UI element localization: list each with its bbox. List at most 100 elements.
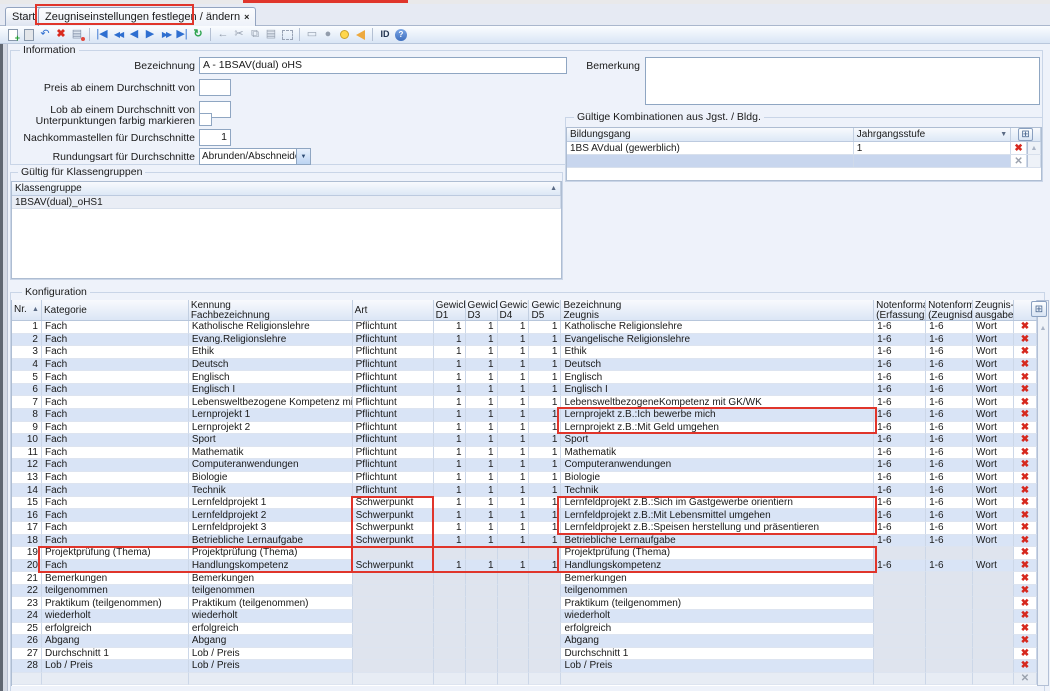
cell-aus[interactable] [973,610,1014,623]
cell-bez[interactable]: Englisch [561,371,874,384]
cell-d5[interactable]: 1 [529,472,561,485]
cell-nf1[interactable] [874,648,926,661]
cell-kat[interactable]: Praktikum (teilgenommen) [42,597,189,610]
cell-kat[interactable]: Projektprüfung (Thema) [42,547,189,560]
cell-ken[interactable]: Englisch [189,371,353,384]
cell-d5[interactable]: 1 [529,509,561,522]
cell-d3[interactable] [466,660,498,673]
cell-d5[interactable] [529,635,561,648]
cell-kat[interactable]: Fach [42,522,189,535]
delete-row-button[interactable]: ✖ [1014,635,1037,648]
delete-row-icon[interactable]: ✖ [1021,398,1029,407]
cell-d3[interactable] [466,673,498,686]
delete-row-icon[interactable]: ✖ [1021,498,1029,507]
cell-kat[interactable]: Fach [42,509,189,522]
table-row[interactable]: 22teilgenommenteilgenommenteilgenommen✖ [12,585,1037,598]
cell-bez[interactable]: Evangelische Religionslehre [561,334,874,347]
delete-row-icon[interactable]: ✖ [1021,561,1029,570]
preis-input[interactable] [199,79,231,96]
delete-row-button[interactable]: ✖ [1011,142,1027,154]
cell-nf2[interactable] [926,635,973,648]
cell-nf2[interactable] [926,660,973,673]
cell-d3[interactable]: 1 [466,560,498,573]
cell-nr[interactable]: 28 [12,660,42,673]
cell-nf1[interactable]: 1-6 [874,560,926,573]
cell-nr[interactable]: 21 [12,572,42,585]
add-column-icon[interactable]: ⊞ [1018,128,1033,141]
cell-aus[interactable] [973,547,1014,560]
cell-d3[interactable]: 1 [466,409,498,422]
table-row[interactable]: 16FachLernfeldprojekt 2Schwerpunkt1111Le… [12,509,1037,522]
column-header-d3[interactable]: GewichtD3 [466,300,498,320]
cell-art[interactable]: Pflichtunt [353,384,434,397]
cell-d5[interactable]: 1 [529,359,561,372]
cell-nf1[interactable]: 1-6 [874,409,926,422]
column-header-art[interactable]: Art [353,300,434,320]
table-row[interactable]: 8FachLernprojekt 1Pflichtunt1111Lernproj… [12,409,1037,422]
cell-d4[interactable] [498,635,530,648]
table-row[interactable]: 9FachLernprojekt 2Pflichtunt1111Lernproj… [12,422,1037,435]
chevron-down-icon[interactable]: ▼ [296,149,310,164]
cell-nf2[interactable]: 1-6 [926,434,973,447]
delete-row-icon[interactable]: ✖ [1021,511,1029,520]
cell-bez[interactable]: Praktikum (teilgenommen) [561,597,874,610]
cell-ken[interactable]: teilgenommen [189,585,353,598]
cell-nf2[interactable]: 1-6 [926,484,973,497]
cell-bez[interactable]: Lernfeldprojekt z.B.:Mit Lebensmittel um… [561,509,874,522]
table-row[interactable]: 4FachDeutschPflichtunt1111Deutsch1-61-6W… [12,359,1037,372]
cell-aus[interactable]: Wort [973,472,1014,485]
delete-row-icon[interactable]: ✖ [1021,423,1029,432]
cell-nf2[interactable]: 1-6 [926,371,973,384]
cell-nf1[interactable] [874,547,926,560]
cell-bez[interactable]: Computeranwendungen [561,459,874,472]
cell-kat[interactable]: Fach [42,359,189,372]
cell-d5[interactable] [529,673,561,686]
cell-d5[interactable]: 1 [529,434,561,447]
delete-row-button[interactable]: ✖ [1014,472,1037,485]
cell-nr[interactable]: 19 [12,547,42,560]
delete-row-icon[interactable]: ✖ [1021,649,1029,658]
cell-ken[interactable]: Lob / Preis [189,660,353,673]
cell-d4[interactable]: 1 [498,384,530,397]
cell-d4[interactable]: 1 [498,371,530,384]
cell-nf1[interactable]: 1-6 [874,422,926,435]
cell-bez[interactable]: Projektprüfung (Thema) [561,547,874,560]
table-row[interactable]: 14FachTechnikPflichtunt1111Technik1-61-6… [12,484,1037,497]
delete-icon[interactable]: ✖ [53,27,69,42]
delete-row-icon[interactable]: ✖ [1021,661,1029,670]
table-row[interactable]: 12FachComputeranwendungenPflichtunt1111C… [12,459,1037,472]
cell-nr[interactable]: 17 [12,522,42,535]
cell-art[interactable]: Schwerpunkt [353,509,434,522]
cell-aus[interactable]: Wort [973,422,1014,435]
delete-row-icon[interactable]: ✖ [1021,548,1029,557]
cell-d3[interactable] [466,623,498,636]
cell-nr[interactable]: 25 [12,623,42,636]
table-row[interactable]: 28Lob / PreisLob / PreisLob / Preis✖ [12,660,1037,673]
delete-row-button[interactable]: ✖ [1014,585,1037,598]
cell-nf1[interactable]: 1-6 [874,371,926,384]
cell-aus[interactable]: Wort [973,409,1014,422]
cell-nf1[interactable] [874,597,926,610]
table-row[interactable]: 7FachLebensweltbezogene Kompetenz mit GK… [12,396,1037,409]
cell-nf1[interactable]: 1-6 [874,522,926,535]
cell-nf2[interactable]: 1-6 [926,522,973,535]
cell-nf1[interactable]: 1-6 [874,459,926,472]
cell-d3[interactable]: 1 [466,359,498,372]
vertical-scrollbar[interactable]: ▲ [1037,300,1049,686]
cell-aus[interactable]: Wort [973,321,1014,334]
cell-nr[interactable]: 10 [12,434,42,447]
cell-aus[interactable]: Wort [973,346,1014,359]
cell-d4[interactable]: 1 [498,472,530,485]
cell-nf1[interactable]: 1-6 [874,384,926,397]
delete-row-button[interactable]: ✖ [1014,422,1037,435]
cell-nf1[interactable]: 1-6 [874,484,926,497]
delete-row-button[interactable]: ✖ [1014,547,1037,560]
rundungsart-select[interactable]: Abrunden/Abschneiden ▼ [199,148,311,165]
cell-aus[interactable]: Wort [973,560,1014,573]
delete-row-button[interactable]: ✖ [1014,597,1037,610]
cell-bez[interactable]: erfolgreich [561,623,874,636]
cell-d3[interactable]: 1 [466,346,498,359]
cell-d1[interactable]: 1 [434,371,466,384]
undo-icon[interactable]: ↶ [37,27,53,42]
cell-d4[interactable]: 1 [498,359,530,372]
